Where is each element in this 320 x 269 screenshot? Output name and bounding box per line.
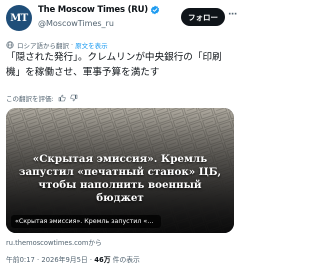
show-original-link[interactable]: 原文を表示 (75, 40, 108, 50)
post-date[interactable]: 2026年9月5日 (41, 256, 87, 264)
card-headline: «Скрытая эмиссия». Кремль запустил «печа… (18, 153, 222, 204)
rate-translation-label: この翻訳を評価: (6, 95, 54, 103)
link-card[interactable]: «Скрытая эмиссия». Кремль запустил «печа… (6, 108, 234, 233)
card-caption: «Скрытая эмиссия». Кремль запустил «печа… (11, 215, 161, 228)
views-count: 46万 (94, 256, 111, 264)
author-name-row[interactable]: The Moscow Times (RU) (38, 5, 160, 15)
thumbs-up-icon[interactable] (58, 94, 66, 102)
translation-notice: ロシア語から翻訳 · 原文を表示 (6, 40, 108, 50)
verified-badge-icon (150, 5, 160, 15)
follow-button[interactable]: フォロー (181, 8, 225, 26)
post-text: 「隠された発行」。クレムリンが中央銀行の「印刷機」を稼働させ、軍事予算を満たす (6, 52, 222, 78)
post-header: MT The Moscow Times (RU) @MoscowTimes_ru… (0, 0, 240, 34)
post-time[interactable]: 午前0:17 (6, 256, 35, 264)
rate-translation: この翻訳を評価: (6, 93, 78, 103)
separator: · (89, 256, 93, 264)
separator: · (37, 256, 40, 264)
views-label: 件の表示 (112, 256, 140, 264)
author-handle[interactable]: @MoscowTimes_ru (38, 19, 114, 28)
thumbs-down-icon[interactable] (70, 94, 78, 102)
post-meta: 午前0:17 · 2026年9月5日 · 46万 件の表示 (6, 254, 140, 264)
translated-from-label: ロシア語から翻訳 (17, 42, 69, 50)
globe-icon (6, 41, 14, 49)
more-icon[interactable]: ··· (228, 10, 237, 20)
separator: · (71, 41, 74, 49)
card-domain[interactable]: ru.themoscowtimes.comから (6, 237, 102, 247)
avatar[interactable]: MT (6, 5, 32, 31)
author-name[interactable]: The Moscow Times (RU) (38, 5, 148, 15)
